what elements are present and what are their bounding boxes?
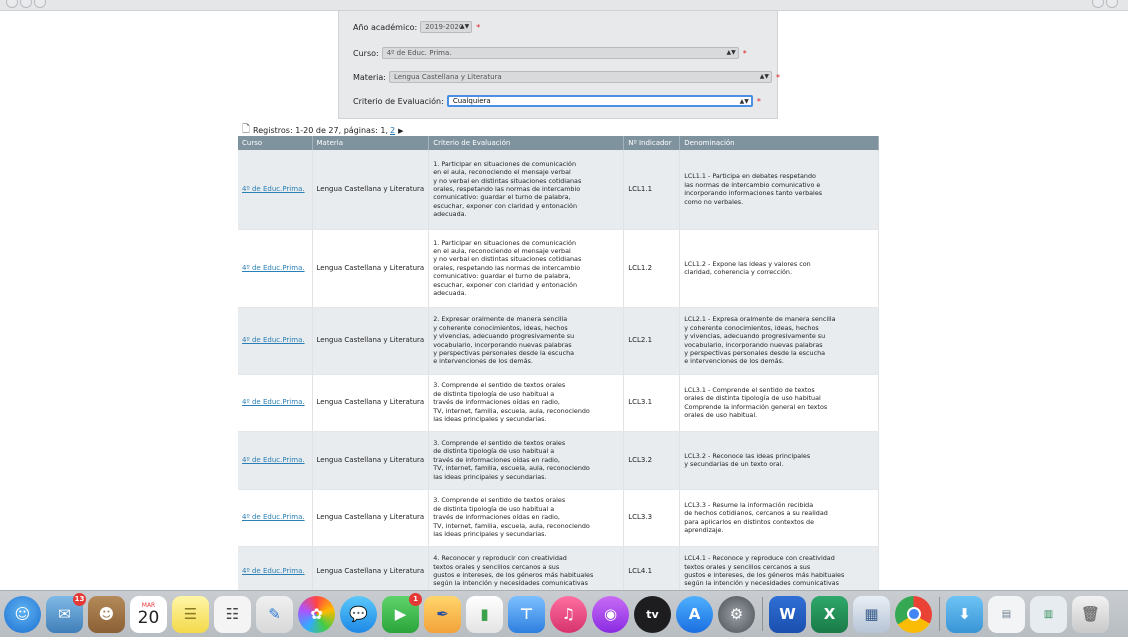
indicador-cell: LCL1.1 [623,150,681,230]
document-stack-icon[interactable]: ▤ [988,595,1025,633]
word-label: W [779,605,796,623]
app-store-icon[interactable]: A [676,595,713,633]
curso-link[interactable]: 4º de Educ.Prima. [242,336,305,344]
materia-cell: Lengua Castellana y Literatura [312,150,430,230]
denominacion-cell: LCL1.1 - Participa en debates respetando… [679,150,879,230]
notes-icon[interactable]: ☰ [172,595,209,633]
criterio-cell: 3. Comprende el sentido de textos orales… [428,431,625,490]
table-row: 4º de Educ.Prima. Lengua Castellana y Li… [238,546,879,597]
header-denominacion[interactable]: Denominación [679,136,879,150]
word-icon[interactable]: W [769,595,806,633]
facetime-icon[interactable]: ▶ 1 [382,592,422,633]
contacts-icon[interactable]: ☻ [88,595,125,633]
excel-icon[interactable]: X [811,595,848,633]
criterio-cell: 4. Reconocer y reproducir con creativida… [428,546,625,597]
criterio-cell: 3. Comprende el sentido de textos orales… [428,489,625,547]
table-row: 4º de Educ.Prima. Lengua Castellana y Li… [238,150,879,230]
table-row: 4º de Educ.Prima. Lengua Castellana y Li… [238,431,879,490]
curso-link[interactable]: 4º de Educ.Prima. [242,567,305,575]
table-row: 4º de Educ.Prima. Lengua Castellana y Li… [238,489,879,547]
keynote-icon[interactable]: ⊤ [508,595,545,633]
denominacion-cell: LCL3.1 - Comprende el sentido de textos … [679,374,879,432]
music-icon[interactable]: ♫ [550,595,587,633]
preview-icon[interactable]: ✎ [256,595,293,633]
curso-link[interactable]: 4º de Educ.Prima. [242,185,305,193]
curso-link[interactable]: 4º de Educ.Prima. [242,456,305,464]
dock-separator [939,597,940,631]
calendar-day: 20 [137,607,160,628]
header-criterio[interactable]: Criterio de Evaluación [428,136,625,150]
system-preferences-icon[interactable]: ⚙ [718,595,755,633]
header-indicador[interactable]: Nº Indicador [623,136,681,150]
indicador-cell: LCL3.3 [623,489,681,547]
reminders-icon[interactable]: ☷ [214,595,251,633]
materia-cell: Lengua Castellana y Literatura [312,546,430,597]
calendar-icon[interactable]: MAR 20 [130,595,167,633]
pages-icon[interactable]: ✒ [424,595,461,633]
indicador-cell: LCL1.2 [623,229,681,308]
materia-cell: Lengua Castellana y Literatura [312,489,430,547]
header-curso[interactable]: Curso [238,136,313,150]
podcasts-icon[interactable]: ◉ [592,595,629,633]
table-row: 4º de Educ.Prima. Lengua Castellana y Li… [238,307,879,375]
finder-icon[interactable]: ☺ [4,595,41,633]
curso-link[interactable]: 4º de Educ.Prima. [242,398,305,406]
downloads-folder-icon[interactable]: ⬇ [946,595,983,633]
table-clip: Curso Materia Criterio de Evaluación Nº … [0,0,1128,597]
document-stack-icon[interactable]: ▥ [1030,595,1067,633]
materia-cell: Lengua Castellana y Literatura [312,229,430,308]
mail-icon[interactable]: ✉ 13 [46,592,86,633]
header-materia[interactable]: Materia [312,136,430,150]
criterio-cell: 1. Participar en situaciones de comunica… [428,150,625,230]
excel-label: X [823,605,836,623]
criterio-cell: 1. Participar en situaciones de comunica… [428,229,625,308]
denominacion-cell: LCL3.2 - Reconoce las ideas principales … [679,431,879,490]
indicador-cell: LCL3.2 [623,431,681,490]
criterio-cell: 3. Comprende el sentido de textos orales… [428,374,625,432]
dock-separator [762,597,763,631]
chrome-icon[interactable] [895,595,932,633]
messages-icon[interactable]: 💬 [340,595,377,633]
table-header-row: Curso Materia Criterio de Evaluación Nº … [238,136,879,150]
denominacion-cell: LCL2.1 - Expresa oralmente de manera sen… [679,307,879,375]
table-row: 4º de Educ.Prima. Lengua Castellana y Li… [238,229,879,308]
indicador-cell: LCL2.1 [623,307,681,375]
indicador-cell: LCL4.1 [623,546,681,597]
curso-link[interactable]: 4º de Educ.Prima. [242,513,305,521]
tv-label: tv [646,607,659,621]
materia-cell: Lengua Castellana y Literatura [312,307,430,375]
mail-badge: 13 [73,592,86,606]
photos-icon[interactable]: ✿ [298,595,335,633]
trash-icon[interactable]: 🗑 [1072,595,1109,633]
chrome-center [906,607,921,621]
materia-cell: Lengua Castellana y Literatura [312,374,430,432]
facetime-badge: 1 [409,592,422,606]
materia-cell: Lengua Castellana y Literatura [312,431,430,490]
criterio-cell: 2. Expresar oralmente de manera sencilla… [428,307,625,375]
image-capture-icon[interactable]: ▦ [853,595,890,633]
indicador-cell: LCL3.1 [623,374,681,432]
denominacion-cell: LCL3.3 - Resume la información recibida … [679,489,879,547]
table-row: 4º de Educ.Prima. Lengua Castellana y Li… [238,374,879,432]
curso-link[interactable]: 4º de Educ.Prima. [242,264,305,272]
denominacion-cell: LCL4.1 - Reconoce y reproduce con creati… [679,546,879,597]
numbers-icon[interactable]: ▮ [466,595,503,633]
denominacion-cell: LCL1.2 - Expone las ideas y valores con … [679,229,879,308]
macos-dock: ☺ ✉ 13 ☻ MAR 20 ☰ ☷ ✎ ✿ 💬 ▶ 1 ✒ ▮ ⊤ ♫ ◉ tv … [0,590,1128,637]
apple-tv-icon[interactable]: tv [634,595,671,633]
results-table: Curso Materia Criterio de Evaluación Nº … [238,136,879,597]
